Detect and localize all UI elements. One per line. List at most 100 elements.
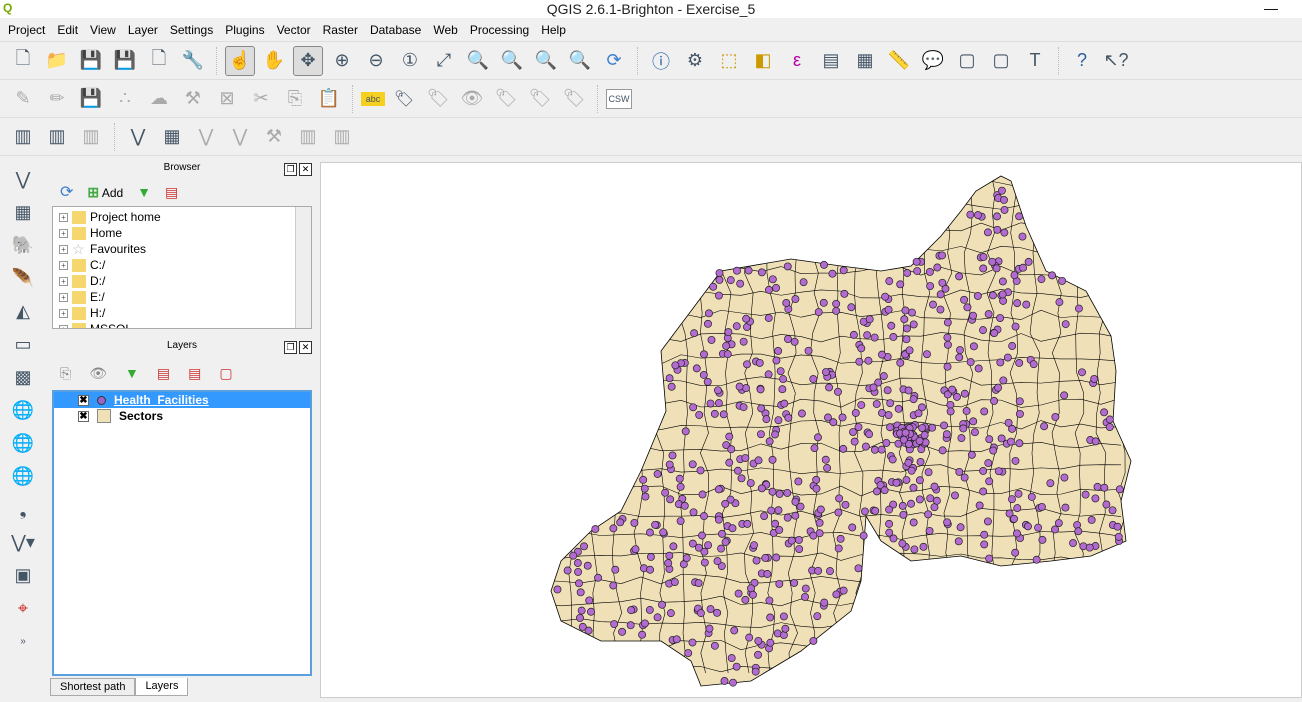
text-annotation-icon[interactable]: T	[1020, 46, 1050, 76]
whats-this-icon[interactable]: ↖?	[1101, 46, 1131, 76]
add-feature-icon[interactable]: ∴	[110, 84, 140, 114]
menu-project[interactable]: Project	[2, 23, 51, 37]
visibility-icon[interactable]: 👁	[89, 365, 107, 382]
expand-icon[interactable]: +	[59, 228, 68, 238]
add-spatialite-layer-icon[interactable]: 🪶	[8, 264, 38, 292]
browser-item[interactable]: + D:/	[53, 273, 311, 289]
run-action-icon[interactable]: ⚙	[680, 46, 710, 76]
add-raster-layer-icon[interactable]: ▦	[8, 198, 38, 226]
layer-item[interactable]: ✖ Health_Facilities	[54, 392, 310, 408]
layer-visibility-checkbox[interactable]: ✖	[78, 410, 89, 422]
save-edits-icon[interactable]: 💾	[76, 84, 106, 114]
add-vector-layer-icon[interactable]: ⋁	[8, 165, 38, 193]
collapse-all-icon[interactable]: ▤	[165, 184, 178, 201]
add-button[interactable]: ⊞ Add	[87, 184, 123, 201]
menu-plugins[interactable]: Plugins	[219, 23, 270, 37]
label-tool-icon[interactable]: abc	[361, 91, 385, 106]
pan-icon[interactable]: ✋	[259, 46, 289, 76]
zoom-last-icon[interactable]: 🔍	[531, 46, 561, 76]
menu-database[interactable]: Database	[364, 23, 427, 37]
zoom-next-icon[interactable]: 🔍	[565, 46, 595, 76]
filter-legend-icon[interactable]: ▼	[125, 365, 139, 381]
expand-icon[interactable]: +	[59, 276, 68, 286]
copy-icon[interactable]: ⎘	[280, 84, 310, 114]
add-wcs-layer-icon[interactable]: 🌐	[8, 396, 38, 424]
layer-visibility-checkbox[interactable]: ✖	[78, 394, 89, 406]
paste-icon[interactable]: 📋	[314, 84, 344, 114]
add-group-icon[interactable]: ⎘	[60, 365, 71, 382]
filter-icon[interactable]: ▼	[137, 184, 151, 200]
new-shapefile-icon[interactable]: ⋁▾	[8, 528, 38, 556]
raster-add-icon[interactable]: ▥	[42, 122, 72, 152]
browser-item[interactable]: + Project home	[53, 209, 311, 225]
add-mssql-layer-icon[interactable]: ◭	[8, 297, 38, 325]
zoom-out-icon[interactable]: ⊖	[361, 46, 391, 76]
vector-pencil-icon[interactable]: ⋁	[225, 122, 255, 152]
menu-vector[interactable]: Vector	[271, 23, 317, 37]
menu-view[interactable]: View	[84, 23, 122, 37]
new-raster-icon[interactable]: ▦	[157, 122, 187, 152]
help-icon[interactable]: ?	[1067, 46, 1097, 76]
zoom-native-icon[interactable]: ①	[395, 46, 425, 76]
raster-remove-icon[interactable]: ▥	[76, 122, 106, 152]
add-wms-layer-icon[interactable]: ▩	[8, 363, 38, 391]
menu-settings[interactable]: Settings	[164, 23, 219, 37]
crosshair-icon[interactable]: ⌖	[8, 594, 38, 622]
deselect-icon[interactable]: ◧	[748, 46, 778, 76]
open-project-icon[interactable]: 📁	[42, 46, 72, 76]
move-feature-icon[interactable]: ☁	[144, 84, 174, 114]
vector-edit-icon[interactable]: ⋁	[191, 122, 221, 152]
show-bookmarks-icon[interactable]: ▢	[986, 46, 1016, 76]
add-geopackage-icon[interactable]: ▣	[8, 561, 38, 589]
new-bookmark-icon[interactable]: ▢	[952, 46, 982, 76]
measure-icon[interactable]: 📏	[884, 46, 914, 76]
new-composer-icon[interactable]: 🗋	[144, 46, 174, 76]
add-oracle-layer-icon[interactable]: ▭	[8, 330, 38, 358]
browser-item[interactable]: + Home	[53, 225, 311, 241]
scrollbar[interactable]	[295, 207, 311, 328]
delete-selected-icon[interactable]: ⊠	[212, 84, 242, 114]
menu-layer[interactable]: Layer	[122, 23, 164, 37]
menu-help[interactable]: Help	[535, 23, 572, 37]
current-edits-icon[interactable]: ✎	[8, 84, 38, 114]
expand-icon[interactable]: +	[59, 324, 68, 328]
zoom-layer-icon[interactable]: 🔍	[497, 46, 527, 76]
zoom-selection-icon[interactable]: 🔍	[463, 46, 493, 76]
zoom-full-icon[interactable]: ⤢	[429, 46, 459, 76]
tools-icon[interactable]: ⚒	[259, 122, 289, 152]
statistics-icon[interactable]: ▦	[850, 46, 880, 76]
touch-zoom-icon[interactable]: ☝	[225, 45, 255, 76]
raster-calculator-icon[interactable]: ▥	[8, 122, 38, 152]
identify-icon[interactable]: ⓘ	[646, 46, 676, 76]
menu-raster[interactable]: Raster	[317, 23, 364, 37]
menu-web[interactable]: Web	[427, 23, 463, 37]
georef-icon[interactable]: ▥	[293, 122, 323, 152]
pan-to-selection-icon[interactable]: ✥	[293, 45, 323, 76]
browser-item[interactable]: + MSSQL	[53, 321, 311, 328]
move-label-icon[interactable]: 🏷	[491, 84, 521, 114]
close-button[interactable]: ✕	[299, 163, 312, 176]
remove-layer-icon[interactable]: ▢	[219, 365, 232, 382]
select-features-icon[interactable]: ⬚	[714, 46, 744, 76]
expand-icon[interactable]: +	[59, 308, 68, 318]
add-postgis-layer-icon[interactable]: 🐘	[8, 231, 38, 259]
attribute-table-icon[interactable]: ▤	[816, 46, 846, 76]
pin-labels-icon[interactable]: 🏷	[389, 84, 419, 114]
browser-item[interactable]: + H:/	[53, 305, 311, 321]
expand-icon[interactable]: +	[59, 244, 68, 254]
add-virtual-layer-icon[interactable]: 🌐	[8, 462, 38, 490]
refresh-icon[interactable]: ⟳	[599, 46, 629, 76]
csw-icon[interactable]: CSW	[606, 88, 632, 109]
cut-icon[interactable]: ✂	[246, 84, 276, 114]
menu-edit[interactable]: Edit	[51, 23, 84, 37]
tab-shortest-path[interactable]: Shortest path	[50, 678, 136, 696]
map-canvas[interactable]	[320, 162, 1302, 698]
map-tips-icon[interactable]: 💬	[918, 46, 948, 76]
expand-icon[interactable]: +	[59, 292, 68, 302]
add-wfs-layer-icon[interactable]: 🌐	[8, 429, 38, 457]
add-delimited-text-icon[interactable]: ❟	[8, 495, 38, 523]
change-label-icon[interactable]: 🏷	[559, 84, 589, 114]
georef-edit-icon[interactable]: ▥	[327, 122, 357, 152]
expand-icon[interactable]: +	[59, 260, 68, 270]
rotate-label-icon[interactable]: 🏷	[525, 84, 555, 114]
